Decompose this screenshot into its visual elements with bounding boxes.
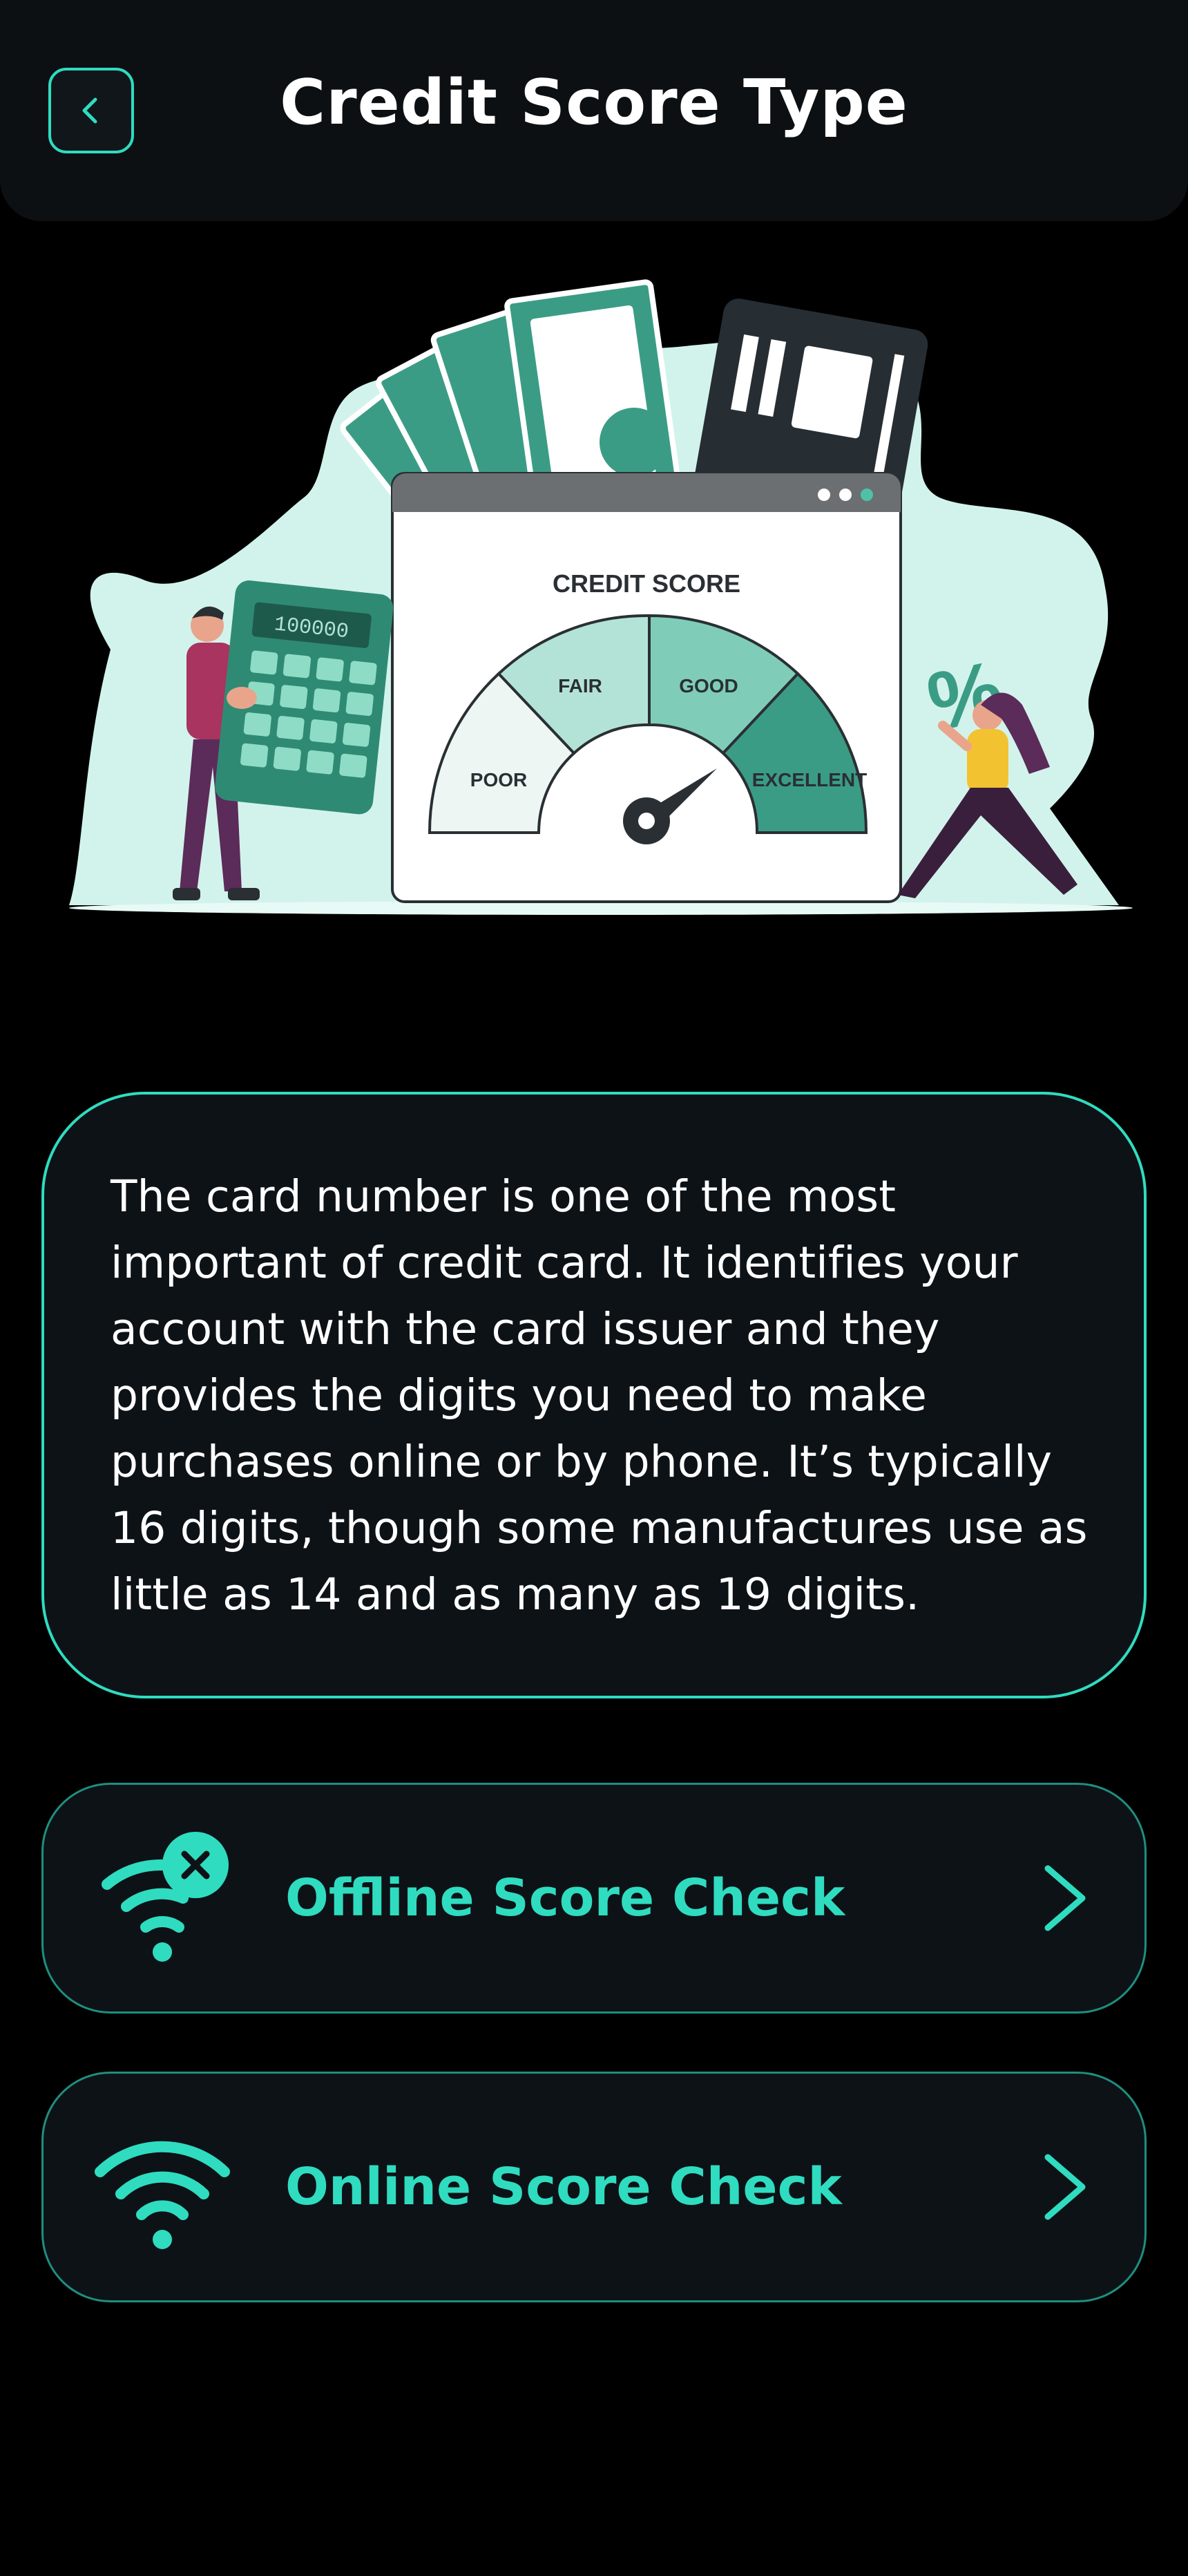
credit-score-illustration: CREDIT SCORE POOR FAIR GOOD EXCELLENT 10… (69, 279, 1133, 915)
wifi-off-icon (102, 1832, 229, 1962)
gauge-label-fair: FAIR (558, 675, 602, 697)
gauge-label-good: GOOD (679, 675, 738, 697)
online-score-check-label: Online Score Check (285, 2157, 842, 2217)
app-header: Credit Score Type (0, 0, 1188, 221)
online-score-check-button[interactable]: Online Score Check (41, 2072, 1147, 2302)
chevron-right-icon (1044, 1865, 1086, 1931)
info-text: The card number is one of the most impor… (111, 1171, 1088, 1620)
gauge-label-excellent: EXCELLENT (752, 769, 867, 790)
offline-score-check-label: Offline Score Check (285, 1868, 845, 1928)
chevron-right-icon (1044, 2154, 1086, 2220)
info-card: The card number is one of the most impor… (41, 1092, 1147, 1698)
wifi-icon (95, 2141, 230, 2249)
offline-score-check-button[interactable]: Offline Score Check (41, 1783, 1147, 2014)
page-title: Credit Score Type (280, 66, 908, 139)
gauge-title: CREDIT SCORE (553, 569, 740, 598)
browser-window: CREDIT SCORE POOR FAIR GOOD EXCELLENT (391, 472, 902, 903)
gauge-label-poor: POOR (470, 769, 527, 790)
